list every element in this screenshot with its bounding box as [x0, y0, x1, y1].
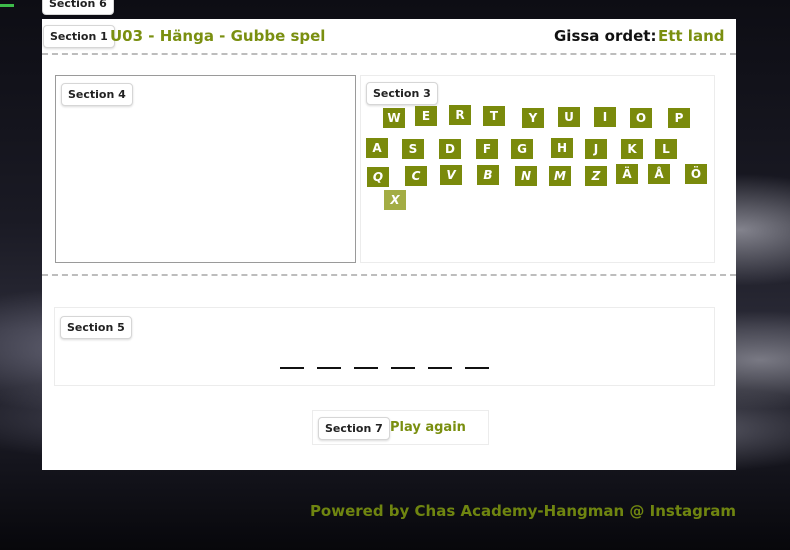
letter-key[interactable]: G — [511, 139, 533, 159]
hangman-drawing-area: Section 4 — [55, 75, 356, 263]
letter-key[interactable]: N — [515, 166, 537, 186]
word-area: Section 5 — [54, 307, 715, 386]
letter-key[interactable]: B — [477, 165, 499, 185]
letter-slot — [280, 367, 304, 369]
letter-key[interactable]: A — [366, 138, 388, 158]
letter-key[interactable]: U — [558, 107, 580, 127]
divider-top — [42, 53, 736, 55]
guess-hint: Ett land — [658, 27, 725, 45]
letter-slot — [391, 367, 415, 369]
letter-key[interactable]: C — [405, 166, 427, 186]
letter-slot — [317, 367, 341, 369]
letter-slot — [428, 367, 452, 369]
play-again-button[interactable]: Play again — [390, 420, 466, 435]
letter-key[interactable]: Q — [367, 167, 389, 187]
section-5-label: Section 5 — [60, 316, 132, 339]
section-6-label: Section 6 — [42, 0, 114, 15]
letter-key[interactable]: Ö — [685, 164, 707, 184]
letter-key[interactable]: S — [402, 139, 424, 159]
letter-key[interactable]: Z — [585, 166, 607, 186]
letter-key[interactable]: M — [549, 166, 571, 186]
letter-key[interactable]: I — [594, 107, 616, 127]
letter-key[interactable]: W — [383, 108, 405, 128]
divider-bottom — [42, 274, 736, 276]
letter-key[interactable]: O — [630, 108, 652, 128]
letter-key[interactable]: T — [483, 106, 505, 126]
section-3-label: Section 3 — [366, 82, 438, 105]
letter-key[interactable]: Y — [522, 108, 544, 128]
letter-key[interactable]: Å — [648, 164, 670, 184]
guess-label: Gissa ordet: — [554, 27, 657, 45]
letter-key[interactable]: E — [415, 106, 437, 126]
section-1-label: Section 1 — [43, 25, 115, 48]
letter-key[interactable]: D — [439, 139, 461, 159]
section-4-label: Section 4 — [61, 83, 133, 106]
page-title: U03 - Hänga - Gubbe spel — [110, 27, 326, 45]
game-panel: Section 1 U03 - Hänga - Gubbe spel Gissa… — [42, 19, 736, 470]
letter-key[interactable]: X — [384, 190, 406, 210]
section-7-label: Section 7 — [318, 417, 390, 440]
letter-slot — [465, 367, 489, 369]
letter-slot — [354, 367, 378, 369]
letter-key[interactable]: F — [476, 139, 498, 159]
letter-key[interactable]: P — [668, 108, 690, 128]
letter-key[interactable]: V — [440, 165, 462, 185]
letter-key[interactable]: R — [449, 105, 471, 125]
letter-key[interactable]: K — [621, 139, 643, 159]
footer-credit[interactable]: Powered by Chas Academy-Hangman @ Instag… — [310, 502, 736, 520]
letter-key[interactable]: H — [551, 138, 573, 158]
letter-key[interactable]: Ä — [616, 164, 638, 184]
window-edge-accent — [0, 4, 14, 7]
letter-key[interactable]: L — [655, 139, 677, 159]
letter-key[interactable]: J — [585, 139, 607, 159]
